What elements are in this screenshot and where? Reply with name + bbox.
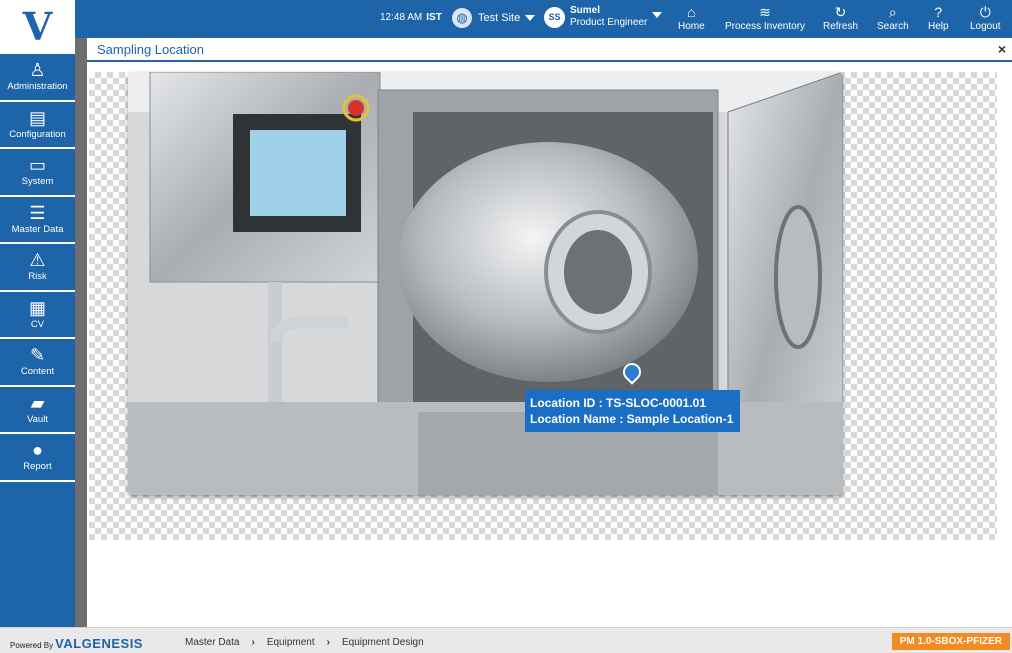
breadcrumb-item[interactable]: Equipment [267, 637, 315, 648]
home-icon: ⌂ [687, 4, 696, 20]
panel-header: Sampling Location × [87, 38, 1012, 62]
clock: 12:48 AM IST [380, 12, 442, 23]
chevron-down-icon [652, 12, 662, 18]
config-icon: ▤ [28, 107, 46, 128]
layers-icon: ≋ [759, 4, 771, 20]
chevron-right-icon: › [326, 637, 330, 648]
site-label: Test Site [478, 12, 521, 24]
sidebar-item-risk[interactable]: ⚠ Risk [0, 244, 75, 292]
help-button[interactable]: ? Help [928, 4, 949, 33]
app-logo[interactable]: V [0, 0, 75, 54]
chevron-right-icon: › [251, 637, 255, 648]
user-name: Sumel [570, 5, 601, 16]
refresh-button[interactable]: ↻ Refresh [823, 4, 858, 33]
location-id: Location ID : TS-SLOC-0001.01 [530, 396, 707, 410]
book-icon: ▰ [30, 392, 45, 413]
brand-name: VALGENESIS [55, 636, 143, 651]
sidebar-item-administration[interactable]: ♙ Administration [0, 54, 75, 102]
user-menu[interactable]: SS Sumel Product Engineer [544, 5, 662, 29]
footer: Powered By VALGENESIS Master Data › Equip… [0, 627, 1012, 653]
chevron-down-icon [525, 15, 536, 21]
top-bar: 12:48 AM IST ◍ Test Site SS Sumel Product… [0, 0, 1012, 38]
site-selector[interactable]: ◍ Test Site [452, 8, 536, 28]
sidebar-item-configuration[interactable]: ▤ Configuration [0, 102, 75, 149]
breadcrumb-item[interactable]: Master Data [185, 637, 239, 648]
sidebar: ♙ Administration ▤ Configuration ▭ System ☰… [0, 54, 75, 627]
admin-icon: ♙ [29, 60, 46, 80]
search-icon: ⌕ [888, 4, 897, 20]
sidebar-item-cv[interactable]: ▦ CV [0, 292, 75, 339]
sidebar-item-report[interactable]: ● Report [0, 434, 75, 482]
help-icon: ? [934, 4, 943, 20]
logout-button[interactable]: ⏻ Logout [970, 4, 1001, 33]
panel-title: Sampling Location [97, 42, 204, 57]
globe-icon: ◍ [452, 8, 472, 28]
search-button[interactable]: ⌕ Search [877, 4, 909, 33]
user-role: Product Engineer [570, 17, 648, 28]
environment-badge: PM 1.0-SBOX-PFIZER [891, 633, 1010, 650]
sidebar-item-content[interactable]: ✎ Content [0, 339, 75, 387]
cv-icon: ▦ [28, 297, 46, 318]
power-icon: ⏻ [979, 4, 991, 20]
sidebar-item-system[interactable]: ▭ System [0, 149, 75, 197]
home-button[interactable]: ⌂ Home [678, 4, 705, 33]
location-name: Location Name : Sample Location-1 [530, 412, 734, 426]
sidebar-item-master-data[interactable]: ☰ Master Data [0, 197, 75, 244]
close-icon[interactable]: × [998, 41, 1006, 57]
breadcrumb: Master Data › Equipment › Equipment Desi… [185, 637, 424, 648]
location-tooltip: Location ID : TS-SLOC-0001.01 Location N… [525, 390, 740, 432]
refresh-icon: ↻ [834, 4, 847, 20]
database-icon: ☰ [29, 202, 46, 223]
warning-icon: ⚠ [29, 250, 46, 270]
edit-icon: ✎ [29, 345, 46, 365]
powered-by: Powered By VALGENESIS [10, 636, 143, 651]
microphone-icon: ● [32, 440, 43, 460]
breadcrumb-item: Equipment Design [341, 637, 424, 648]
sidebar-item-vault[interactable]: ▰ Vault [0, 387, 75, 434]
sidebar-divider [75, 38, 87, 627]
valgenesis-logo-icon: V [22, 4, 53, 49]
avatar: SS [544, 6, 565, 28]
monitor-icon: ▭ [28, 155, 46, 175]
process-inventory-button[interactable]: ≋ Process Inventory [725, 4, 805, 33]
